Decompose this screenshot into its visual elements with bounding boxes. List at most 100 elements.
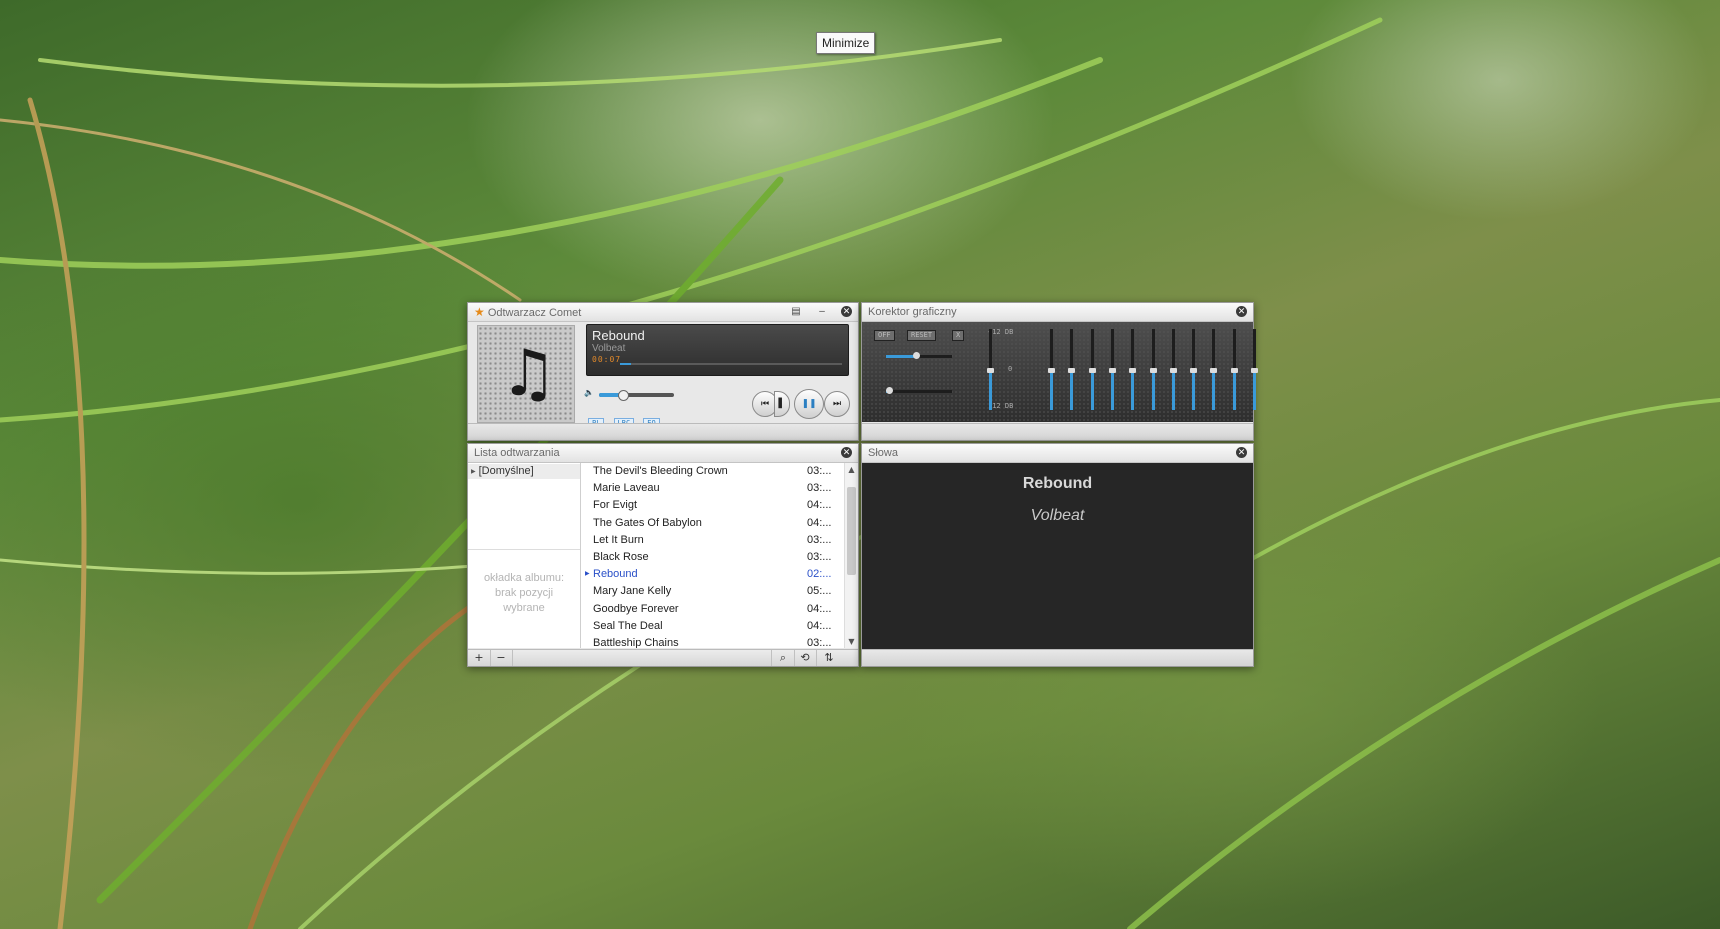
track-duration: 04:...: [807, 516, 832, 529]
eq-reset-button[interactable]: RESET: [907, 330, 937, 341]
eq-band-fill: [1050, 369, 1053, 410]
eq-band-knob[interactable]: [1129, 367, 1137, 373]
eq-x-button[interactable]: X: [952, 330, 965, 341]
player-title: Odtwarzacz Comet: [487, 307, 582, 319]
menu-icon[interactable]: ▤: [790, 305, 802, 319]
volume-control[interactable]: 🔈: [584, 388, 678, 402]
track-duration: 04:...: [807, 619, 832, 632]
elapsed-time: 00:07: [592, 355, 622, 364]
eq-band-knob[interactable]: [1169, 367, 1177, 373]
eq-band-knob[interactable]: [1068, 367, 1076, 373]
eq-band-fill: [989, 369, 992, 410]
eq-band-knob[interactable]: [1149, 367, 1157, 373]
preamp-knob[interactable]: [912, 352, 920, 359]
track-list-scrollbar[interactable]: ▲ ▼: [844, 463, 858, 648]
preamp-slider[interactable]: [886, 352, 952, 359]
track-row[interactable]: For Evigt 04:...: [581, 497, 844, 514]
eq-band-knob[interactable]: [1230, 367, 1238, 373]
eq-band-knob[interactable]: [1251, 367, 1258, 373]
eq-band-slider[interactable]: [1169, 329, 1177, 410]
track-list: The Devil's Bleeding Crown 03:... Marie La…: [581, 463, 844, 648]
add-button[interactable]: +: [468, 650, 491, 666]
player-titlebar[interactable]: ★ Odtwarzacz Comet ▤ – ✕: [468, 303, 858, 322]
eq-band-knob[interactable]: [987, 367, 994, 373]
playlist-group-default[interactable]: ▶ [Domyślne]: [468, 464, 580, 479]
equalizer-footer: [862, 423, 1253, 440]
eq-band-knob[interactable]: [1108, 367, 1116, 373]
track-row[interactable]: Seal The Deal 04:...: [581, 618, 844, 635]
star-icon: ★: [474, 305, 485, 319]
track-row[interactable]: Let It Burn 03:...: [581, 532, 844, 549]
eq-band-slider[interactable]: [1108, 329, 1116, 410]
track-title: Rebound: [592, 328, 645, 343]
eq-band-fill: [1192, 369, 1196, 410]
music-note-icon: ♫: [500, 337, 558, 411]
eq-off-button[interactable]: OFF: [874, 330, 895, 341]
eq-band-slider[interactable]: [1230, 329, 1238, 410]
track-duration: 03:...: [807, 551, 832, 563]
track-row[interactable]: The Devil's Bleeding Crown 03:...: [581, 463, 844, 480]
track-name: Black Rose: [593, 551, 649, 563]
track-name: Marie Laveau: [593, 482, 660, 495]
lyrics-window: Słowa ✕ Rebound Volbeat: [861, 443, 1254, 667]
track-row[interactable]: Goodbye Forever 04:...: [581, 601, 844, 618]
sort-icon[interactable]: ⇅: [818, 650, 840, 666]
eq-band-fill: [1232, 369, 1236, 410]
eq-band-fill: [1253, 369, 1256, 410]
repeat-icon[interactable]: ⟲: [794, 650, 817, 666]
eq-band-slider[interactable]: [1068, 329, 1076, 410]
close-button[interactable]: ✕: [841, 306, 852, 317]
track-row[interactable]: Mary Jane Kelly 05:...: [581, 583, 844, 600]
minimize-button[interactable]: –: [816, 305, 828, 319]
playlist-window: Lista odtwarzania ✕ ▶ [Domyślne] okładka …: [467, 443, 859, 667]
remove-button[interactable]: −: [490, 650, 513, 666]
stop-button[interactable]: ▌: [774, 391, 790, 417]
track-row[interactable]: ▶ Rebound 02:...: [581, 566, 844, 583]
equalizer-panel: OFF RESET X +12 DB 0 -12 DB: [862, 322, 1258, 422]
eq-band-slider[interactable]: [1210, 329, 1218, 410]
eq-band-slider[interactable]: [1251, 329, 1258, 410]
eq-band-slider[interactable]: [1048, 329, 1055, 410]
lyrics-close-button[interactable]: ✕: [1236, 447, 1247, 458]
track-duration: 04:...: [807, 499, 832, 512]
playlist-titlebar[interactable]: Lista odtwarzania ✕: [468, 444, 858, 463]
balance-knob[interactable]: [886, 387, 894, 394]
balance-slider[interactable]: [886, 387, 952, 394]
player-window: ★ Odtwarzacz Comet ▤ – ✕ ♫ Rebound Volbe…: [467, 302, 859, 441]
pause-button[interactable]: ❚❚: [794, 389, 824, 419]
minimize-tooltip: Minimize: [816, 32, 876, 54]
group-label: [Domyślne]: [478, 465, 534, 477]
scroll-thumb[interactable]: [847, 487, 856, 575]
eq-band-slider[interactable]: [1149, 329, 1157, 410]
eq-band-fill: [1212, 369, 1216, 410]
eq-band-knob[interactable]: [1210, 367, 1218, 373]
seek-bar[interactable]: [620, 363, 842, 365]
track-name: The Gates Of Babylon: [593, 516, 702, 529]
lyrics-titlebar[interactable]: Słowa ✕: [862, 444, 1253, 463]
now-playing-icon: ▶: [585, 571, 590, 578]
scroll-up-icon[interactable]: ▲: [845, 463, 858, 476]
eq-band-slider[interactable]: [1129, 329, 1137, 410]
equalizer-titlebar[interactable]: Korektor graficzny ✕: [862, 303, 1253, 322]
track-name: Mary Jane Kelly: [593, 585, 672, 598]
eq-band-knob[interactable]: [1190, 367, 1198, 373]
eq-band-fill: [1110, 369, 1114, 410]
track-row[interactable]: Black Rose 03:...: [581, 549, 844, 566]
scroll-down-icon[interactable]: ▼: [845, 635, 858, 648]
track-row[interactable]: Marie Laveau 03:...: [581, 480, 844, 497]
next-button[interactable]: ⏭: [824, 391, 850, 417]
search-icon[interactable]: ⌕: [771, 650, 795, 666]
album-art: ♫: [477, 325, 575, 423]
volume-knob[interactable]: [617, 390, 629, 401]
track-row[interactable]: Battleship Chains 03:...: [581, 635, 844, 648]
eq-band-slider[interactable]: [1088, 329, 1096, 410]
equalizer-close-button[interactable]: ✕: [1236, 306, 1247, 317]
volume-slider[interactable]: [599, 390, 674, 401]
eq-band-slider[interactable]: [1190, 329, 1198, 410]
track-duration: 03:...: [807, 465, 832, 477]
playlist-close-button[interactable]: ✕: [841, 447, 852, 458]
eq-band-knob[interactable]: [1048, 367, 1055, 373]
track-row[interactable]: The Gates Of Babylon 04:...: [581, 515, 844, 532]
eq-band-knob[interactable]: [1088, 367, 1096, 373]
eq-band-slider[interactable]: [987, 329, 994, 410]
